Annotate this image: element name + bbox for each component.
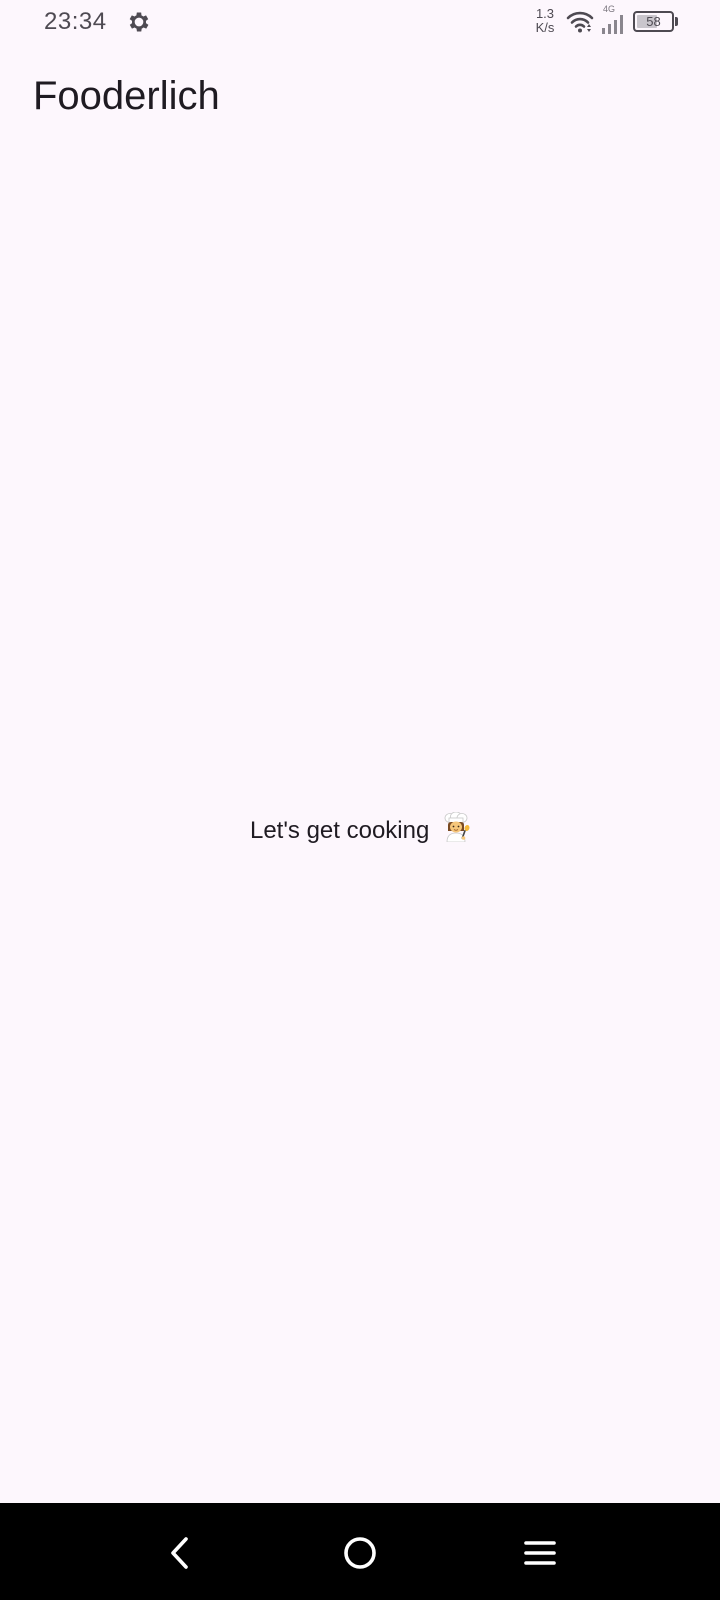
battery-level: 58 <box>646 14 661 29</box>
signal-icon <box>602 15 623 34</box>
status-time: 23:34 <box>44 8 107 35</box>
gear-icon <box>129 12 149 32</box>
network-type: 4G <box>603 4 616 14</box>
system-navigation-bar <box>0 1503 720 1600</box>
back-icon[interactable] <box>156 1529 204 1577</box>
network-speed-unit: K/s <box>535 20 555 35</box>
network-speed-value: 1.3 <box>535 6 555 21</box>
battery-icon: 58 <box>633 11 674 32</box>
app-screen: 23:34 1.3 K/s 4G 58 Fooderlich Let's get… <box>0 0 720 1600</box>
battery-nub <box>675 17 678 26</box>
welcome-message: Let's get cooking <box>0 812 720 845</box>
status-bar: 23:34 1.3 K/s 4G 58 <box>0 0 720 48</box>
home-icon[interactable] <box>336 1529 384 1577</box>
network-speed: 1.3 K/s <box>530 7 560 35</box>
welcome-message-text: Let's get cooking <box>249 817 430 844</box>
chef-emoji-icon <box>444 812 470 842</box>
app-title: Fooderlich <box>33 74 220 118</box>
wifi-icon <box>566 11 594 33</box>
menu-icon[interactable] <box>516 1529 564 1577</box>
